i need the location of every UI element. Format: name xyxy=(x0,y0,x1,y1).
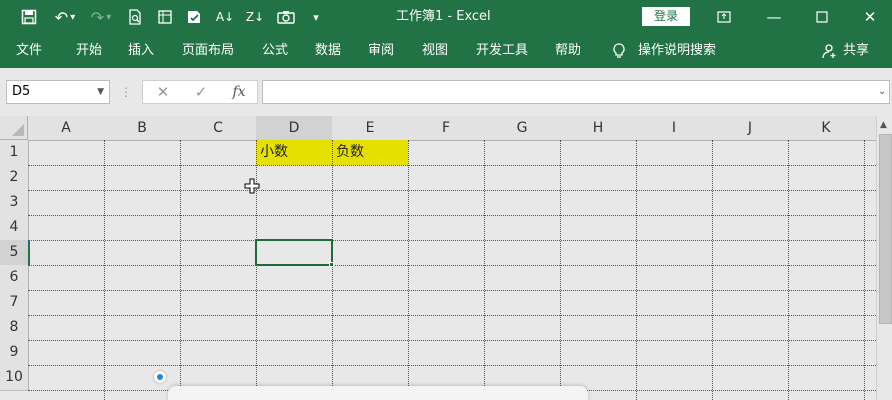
gridline-h xyxy=(28,165,876,166)
selected-cell-d5[interactable] xyxy=(255,239,333,266)
gridline-v xyxy=(864,140,865,400)
gridline-h xyxy=(28,240,876,241)
share-button[interactable]: 共享 xyxy=(843,34,869,68)
cell-e1[interactable]: 负数 xyxy=(332,140,412,165)
tab-view[interactable]: 视图 xyxy=(422,34,448,68)
name-box-dropdown-icon[interactable]: ▼ xyxy=(97,81,104,103)
row-header-9[interactable]: 9 xyxy=(0,340,29,366)
formula-bar-grip-icon: ⋮ xyxy=(120,85,132,99)
overlay-panel xyxy=(168,386,588,400)
gridline-h xyxy=(28,290,876,291)
camera-icon[interactable] xyxy=(274,0,298,34)
gridline-v xyxy=(560,140,561,400)
row-header-7[interactable]: 7 xyxy=(0,290,29,316)
column-header-partial xyxy=(864,116,876,141)
formula-input[interactable] xyxy=(262,80,890,104)
column-header-d[interactable]: D xyxy=(256,116,333,142)
gridline-v xyxy=(104,140,105,400)
gridline-h xyxy=(28,365,876,366)
tab-home[interactable]: 开始 xyxy=(76,34,102,68)
gridline-v xyxy=(788,140,789,400)
scrollbar-thumb[interactable] xyxy=(879,134,892,324)
minimize-icon[interactable]: — xyxy=(752,0,796,34)
column-header-c[interactable]: C xyxy=(180,116,257,141)
tab-data[interactable]: 数据 xyxy=(315,34,341,68)
customize-toolbar-icon[interactable]: ▾ xyxy=(308,0,324,34)
scroll-up-icon[interactable]: ▲ xyxy=(880,120,887,130)
ribbon-display-options-icon[interactable] xyxy=(702,0,746,34)
column-header-k[interactable]: K xyxy=(788,116,865,141)
column-header-j[interactable]: J xyxy=(712,116,789,141)
column-header-h[interactable]: H xyxy=(560,116,637,141)
cell-select-cursor-icon xyxy=(244,178,260,194)
login-button[interactable]: 登录 xyxy=(642,7,690,26)
row-header-6[interactable]: 6 xyxy=(0,265,29,291)
lightbulb-icon xyxy=(612,43,626,59)
cancel-entry-icon[interactable]: ✕ xyxy=(150,80,176,104)
row-header-10[interactable]: 10 xyxy=(0,365,29,391)
ribbon-tabs: 文件 开始 插入 页面布局 公式 数据 审阅 视图 开发工具 帮助 操作说明搜索… xyxy=(0,34,892,68)
tab-review[interactable]: 审阅 xyxy=(368,34,394,68)
name-box-value: D5 xyxy=(12,84,31,99)
maximize-icon[interactable] xyxy=(800,0,844,34)
tab-file[interactable]: 文件 xyxy=(16,34,42,68)
column-header-a[interactable]: A xyxy=(28,116,105,141)
gridline-v xyxy=(712,140,713,400)
print-preview-icon[interactable] xyxy=(124,0,146,34)
sort-ascending-icon[interactable]: A↓ xyxy=(214,0,236,34)
column-header-i[interactable]: I xyxy=(636,116,713,141)
worksheet-grid[interactable]: A B C D E F G H I J K 1 2 3 4 5 6 7 8 9 … xyxy=(0,116,876,400)
share-person-icon[interactable] xyxy=(822,43,838,59)
title-bar: ↶ ▾ ↷ ▾ A↓ Z↓ ▾ 工作簿1 - Excel 登录 — ✕ xyxy=(0,0,892,34)
spelling-check-icon[interactable] xyxy=(184,0,206,34)
column-header-g[interactable]: G xyxy=(484,116,561,141)
tab-page-layout[interactable]: 页面布局 xyxy=(182,34,234,68)
column-header-b[interactable]: B xyxy=(104,116,181,141)
row-header-8[interactable]: 8 xyxy=(0,315,29,341)
gridline-h xyxy=(28,265,876,266)
gridline-v xyxy=(636,140,637,400)
tab-help[interactable]: 帮助 xyxy=(555,34,581,68)
row-header-1[interactable]: 1 xyxy=(0,140,29,166)
expand-formula-bar-icon[interactable]: ⌄ xyxy=(878,86,886,97)
tell-me-search[interactable]: 操作说明搜索 xyxy=(638,34,716,68)
gridline-v xyxy=(408,140,409,400)
cell-d1[interactable]: 小数 xyxy=(256,140,336,165)
insert-function-icon[interactable]: fx xyxy=(226,80,252,104)
row-header-4[interactable]: 4 xyxy=(0,215,29,241)
save-icon[interactable] xyxy=(16,0,42,34)
gridline-v xyxy=(332,140,333,400)
confirm-entry-icon[interactable]: ✓ xyxy=(188,80,214,104)
tab-developer[interactable]: 开发工具 xyxy=(476,34,528,68)
gridline-v xyxy=(180,140,181,400)
gridline-h xyxy=(28,315,876,316)
name-box[interactable]: D5 ▼ xyxy=(6,80,110,104)
column-header-e[interactable]: E xyxy=(332,116,409,141)
tab-formulas[interactable]: 公式 xyxy=(262,34,288,68)
marker-dot xyxy=(154,371,166,383)
quick-print-icon[interactable] xyxy=(154,0,176,34)
window-title: 工作簿1 - Excel xyxy=(396,9,491,24)
gridline-h xyxy=(28,215,876,216)
gridline-v xyxy=(484,140,485,400)
gridline-h xyxy=(28,340,876,341)
gridline-h xyxy=(28,190,876,191)
column-header-f[interactable]: F xyxy=(408,116,485,141)
fill-handle[interactable] xyxy=(329,262,334,267)
redo-icon[interactable]: ↷ ▾ xyxy=(86,0,116,34)
vertical-scrollbar[interactable]: ▲ xyxy=(876,116,892,400)
tab-insert[interactable]: 插入 xyxy=(128,34,154,68)
close-icon[interactable]: ✕ xyxy=(848,0,892,34)
row-header-2[interactable]: 2 xyxy=(0,165,29,191)
row-header-5[interactable]: 5 xyxy=(0,240,30,266)
sort-descending-icon[interactable]: Z↓ xyxy=(244,0,266,34)
select-all-corner[interactable] xyxy=(0,116,28,140)
row-header-3[interactable]: 3 xyxy=(0,190,29,216)
undo-icon[interactable]: ↶ ▾ xyxy=(50,0,80,34)
